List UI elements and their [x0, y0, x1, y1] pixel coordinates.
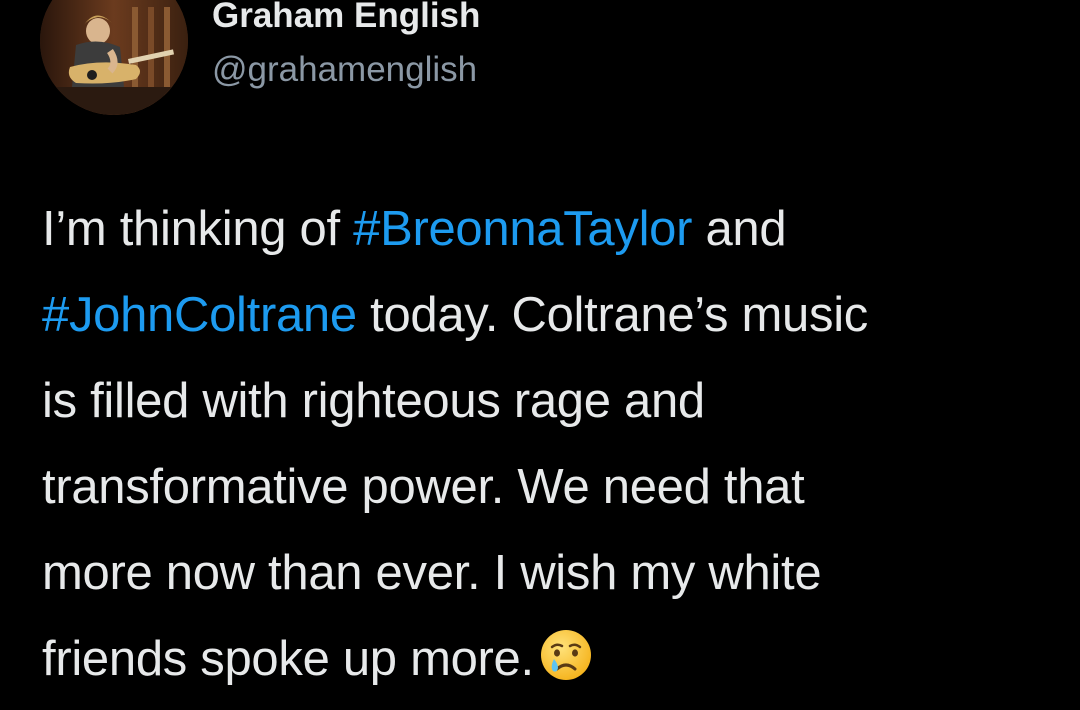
hashtag-link-john-coltrane[interactable]: #JohnColtrane: [42, 288, 357, 342]
author-avatar[interactable]: [40, 0, 188, 115]
tweet-line: more now than ever. I wish my white: [42, 546, 822, 600]
text-segment: and: [692, 202, 787, 256]
tweet-line: I’m thinking of #BreonnaTaylor and: [42, 186, 1062, 272]
text-segment: I’m thinking of: [42, 202, 354, 256]
tweet-line: #JohnColtrane today. Coltrane’s music: [42, 272, 1062, 358]
author-display-name[interactable]: Graham English: [212, 0, 480, 38]
crying-face-emoji-icon: [538, 624, 594, 680]
tweet-text: I’m thinking of #BreonnaTaylor and #John…: [42, 186, 1062, 702]
tweet-card: Graham English @grahamenglish I’m thinki…: [0, 0, 1080, 686]
text-segment: today. Coltrane’s music: [356, 288, 868, 342]
text-segment: friends spoke up more.: [42, 632, 534, 686]
tweet-line: is filled with righteous rage and: [42, 374, 705, 428]
author-handle[interactable]: @grahamenglish: [212, 48, 477, 92]
guitarist-photo-icon: [40, 0, 188, 115]
tweet-line: transformative power. We need that: [42, 460, 805, 514]
hashtag-link-breonna-taylor[interactable]: #BreonnaTaylor: [353, 202, 692, 256]
tweet-line: friends spoke up more.: [42, 616, 1062, 702]
